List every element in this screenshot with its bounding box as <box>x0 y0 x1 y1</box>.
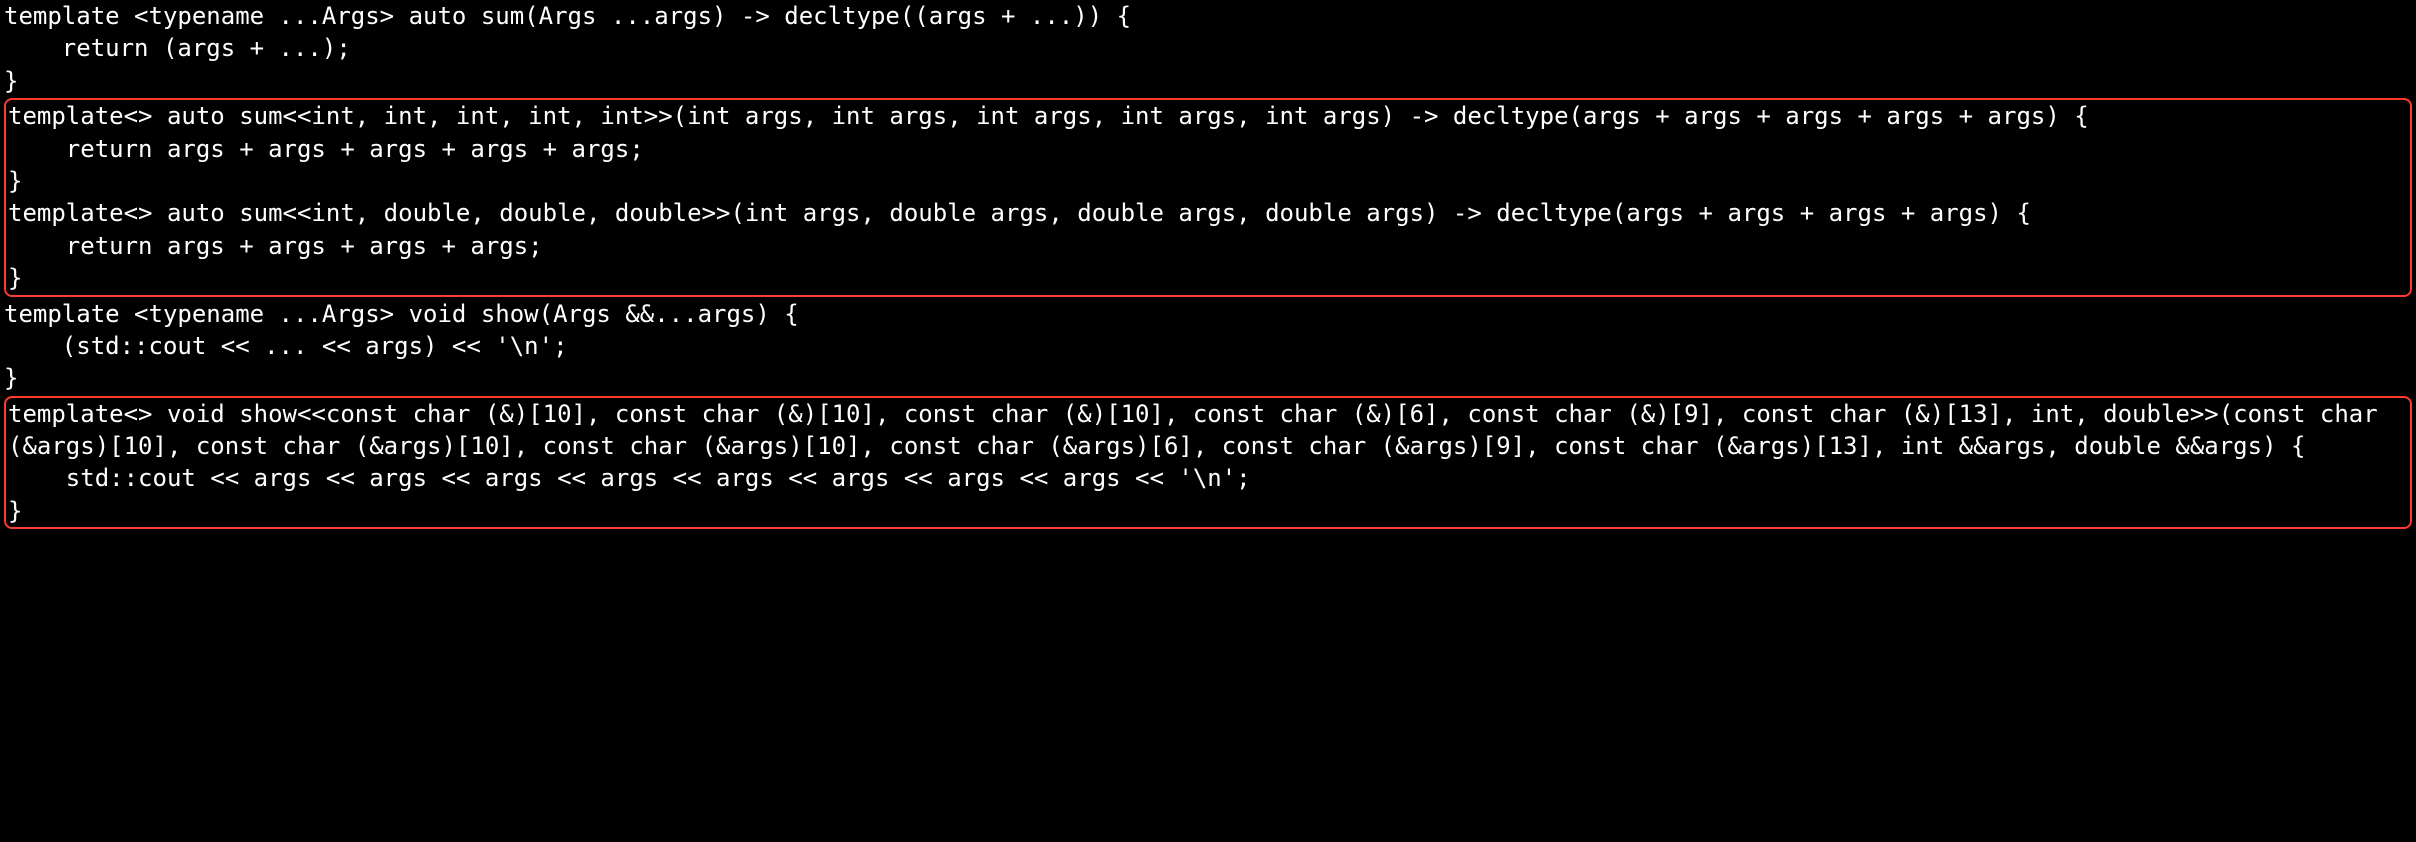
code-template-show-header: template <typename ...Args> void show(Ar… <box>4 298 2412 395</box>
code-template-sum-header: template <typename ...Args> auto sum(Arg… <box>4 0 2412 97</box>
highlight-sum-instantiations: template<> auto sum<<int, int, int, int,… <box>4 98 2412 296</box>
highlight-show-instantiation: template<> void show<<const char (&)[10]… <box>4 396 2412 530</box>
code-viewport: { "code": { "block1": "template <typenam… <box>0 0 2416 842</box>
code-listing: template <typename ...Args> auto sum(Arg… <box>0 0 2416 529</box>
